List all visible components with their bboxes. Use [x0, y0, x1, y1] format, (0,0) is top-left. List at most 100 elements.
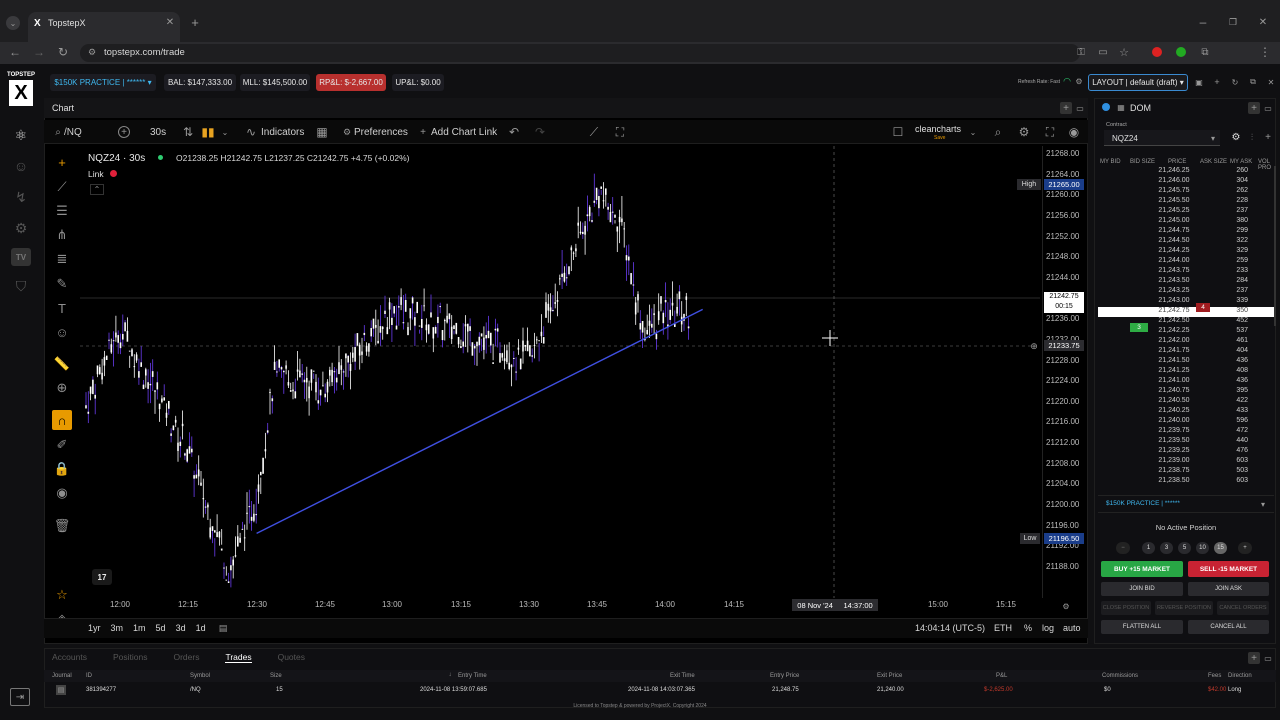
chart-popout-icon[interactable]: ▭: [1074, 102, 1086, 114]
my-ask-order-badge[interactable]: 4: [1196, 303, 1210, 312]
eye-icon[interactable]: ◉: [52, 483, 72, 503]
trend-line-tool-icon[interactable]: ⟋: [588, 125, 600, 139]
percent-toggle[interactable]: %: [1024, 623, 1032, 633]
flatten-all-button[interactable]: FLATTEN ALL: [1101, 620, 1183, 634]
dom-row[interactable]: 21,239.25 476: [1098, 447, 1274, 457]
dom-row[interactable]: 21,240.50 422: [1098, 397, 1274, 407]
dom-scrollbar[interactable]: [1274, 166, 1276, 326]
chart-add-icon[interactable]: +: [1060, 102, 1072, 114]
dom-row[interactable]: 21,245.00 380: [1098, 217, 1274, 227]
account-selector[interactable]: $150K PRACTICE | ****** ▾: [50, 74, 156, 91]
dom-row[interactable]: 21,244.50 322: [1098, 237, 1274, 247]
pitchfork-tool-icon[interactable]: ⋔: [52, 225, 72, 245]
range-3m[interactable]: 3m: [111, 623, 124, 633]
candles-style-icon[interactable]: ▮▮: [201, 125, 214, 139]
tab-positions[interactable]: Positions: [113, 652, 148, 663]
dom-row[interactable]: 21,243.75 233: [1098, 267, 1274, 277]
zoom-in-tool-icon[interactable]: ⊕: [52, 378, 72, 398]
cleancharts-brand[interactable]: cleancharts: [915, 124, 961, 134]
sort-arrow-icon[interactable]: ↓: [447, 671, 453, 679]
browser-menu-icon[interactable]: ⋮: [1258, 45, 1272, 59]
range-1yr[interactable]: 1yr: [88, 623, 101, 633]
undo-icon[interactable]: ↶: [508, 125, 520, 139]
dom-row[interactable]: 21,239.75 472: [1098, 427, 1274, 437]
trades-col-header[interactable]: Size: [270, 673, 282, 679]
journal-note-icon[interactable]: ▤: [56, 685, 66, 695]
trades-col-header[interactable]: Entry Price: [770, 673, 799, 679]
reverse-position-button[interactable]: REVERSE POSITION: [1155, 601, 1213, 615]
tradingview-icon[interactable]: TV: [11, 248, 31, 266]
dom-row[interactable]: 21,238.75 503: [1098, 467, 1274, 477]
dom-row[interactable]: 21,246.25 260: [1098, 167, 1274, 177]
settings-gear-icon[interactable]: ⚙: [1018, 125, 1030, 139]
session-toggle[interactable]: ETH: [994, 623, 1012, 633]
bottom-add-icon[interactable]: +: [1248, 652, 1260, 664]
favorites-star-icon[interactable]: ☆: [52, 585, 72, 605]
search-icon[interactable]: ⌕: [52, 126, 64, 138]
sell-market-button[interactable]: SELL -15 MARKET: [1188, 561, 1269, 577]
dom-row[interactable]: 21,242.75 350: [1098, 307, 1274, 317]
password-key-icon[interactable]: ⚿: [1074, 45, 1088, 59]
join-ask-button[interactable]: JOIN ASK: [1188, 582, 1269, 596]
horizontal-lines-tool-icon[interactable]: ☰: [52, 201, 72, 221]
close-position-button[interactable]: CLOSE POSITION: [1101, 601, 1151, 615]
chevron-down-icon[interactable]: ⌄: [220, 126, 230, 138]
chevron-down-icon[interactable]: ▾: [1258, 499, 1268, 509]
add-alert-plus-icon[interactable]: ⊕: [1028, 340, 1040, 352]
dom-add-icon[interactable]: +: [1248, 102, 1260, 114]
dom-row[interactable]: 21,245.75 262: [1098, 187, 1274, 197]
restore-icon[interactable]: ❐: [1226, 16, 1240, 28]
compare-add-icon[interactable]: +: [118, 126, 130, 138]
trades-col-header[interactable]: P&L: [996, 673, 1007, 679]
trades-col-header[interactable]: Commissions: [1102, 673, 1138, 679]
fullscreen-box-icon[interactable]: ⛶: [614, 125, 626, 139]
qty-preset-15[interactable]: 15: [1214, 542, 1227, 554]
tab-accounts[interactable]: Accounts: [52, 652, 87, 663]
bookmark-star-icon[interactable]: ☆: [1117, 45, 1131, 59]
trades-col-header[interactable]: Journal: [52, 673, 72, 679]
minimize-icon[interactable]: –: [1196, 15, 1210, 29]
dom-row[interactable]: 21,241.75 404: [1098, 347, 1274, 357]
dom-row[interactable]: 21,239.00 603: [1098, 457, 1274, 467]
cancel-all-button[interactable]: CANCEL ALL: [1188, 620, 1269, 634]
qty-preset-5[interactable]: 5: [1178, 542, 1191, 554]
ruler-tool-icon[interactable]: 📏: [52, 354, 72, 374]
qty-preset-3[interactable]: 3: [1160, 542, 1173, 554]
trades-col-header[interactable]: Fees: [1208, 673, 1221, 679]
dom-row[interactable]: 21,243.00 339: [1098, 297, 1274, 307]
chart-icon[interactable]: ⚛: [10, 124, 32, 146]
emoji-tool-icon[interactable]: ☺: [52, 322, 72, 342]
qty-preset-10[interactable]: 10: [1196, 542, 1209, 554]
templates-grid-icon[interactable]: ▦: [316, 125, 328, 139]
url-field[interactable]: [80, 44, 1080, 62]
tradingview-logo-icon[interactable]: 17: [92, 569, 112, 585]
users-icon[interactable]: ☺: [10, 155, 32, 177]
axis-settings-icon[interactable]: ⚙: [1060, 600, 1072, 612]
log-toggle[interactable]: log: [1042, 623, 1054, 633]
reload-icon[interactable]: ↻: [56, 45, 70, 59]
dom-columns-icon[interactable]: ⫶: [1246, 131, 1258, 143]
dom-row[interactable]: 21,242.00 461: [1098, 337, 1274, 347]
trades-col-header[interactable]: Symbol: [190, 673, 210, 679]
dom-row[interactable]: 21,244.75 299: [1098, 227, 1274, 237]
magnet-tool-icon[interactable]: ∩: [52, 410, 72, 430]
chevron-down-icon[interactable]: ⌄: [968, 126, 978, 138]
crosshair-tool-icon[interactable]: +: [52, 152, 72, 172]
lock-icon[interactable]: ⛉: [10, 275, 32, 297]
back-icon[interactable]: ←: [8, 45, 22, 59]
bottom-popout-icon[interactable]: ▭: [1262, 652, 1274, 664]
indicators-button[interactable]: Indicators: [261, 127, 304, 138]
brush-tool-icon[interactable]: ✎: [52, 274, 72, 294]
range-5d[interactable]: 5d: [156, 623, 166, 633]
dom-center-icon[interactable]: +: [1262, 131, 1274, 143]
trades-col-header[interactable]: ID: [86, 673, 92, 679]
line-tool-icon[interactable]: ⟋: [52, 177, 72, 197]
range-3d[interactable]: 3d: [176, 623, 186, 633]
trades-col-header[interactable]: Direction: [1228, 673, 1252, 679]
dom-settings-icon[interactable]: ⚙: [1230, 131, 1242, 143]
dom-row[interactable]: 21,240.00 596: [1098, 417, 1274, 427]
dom-row[interactable]: 21,244.00 259: [1098, 257, 1274, 267]
site-info-icon[interactable]: ⚙: [86, 46, 98, 58]
dom-row[interactable]: 21,240.25 433: [1098, 407, 1274, 417]
tab-orders[interactable]: Orders: [173, 652, 199, 663]
